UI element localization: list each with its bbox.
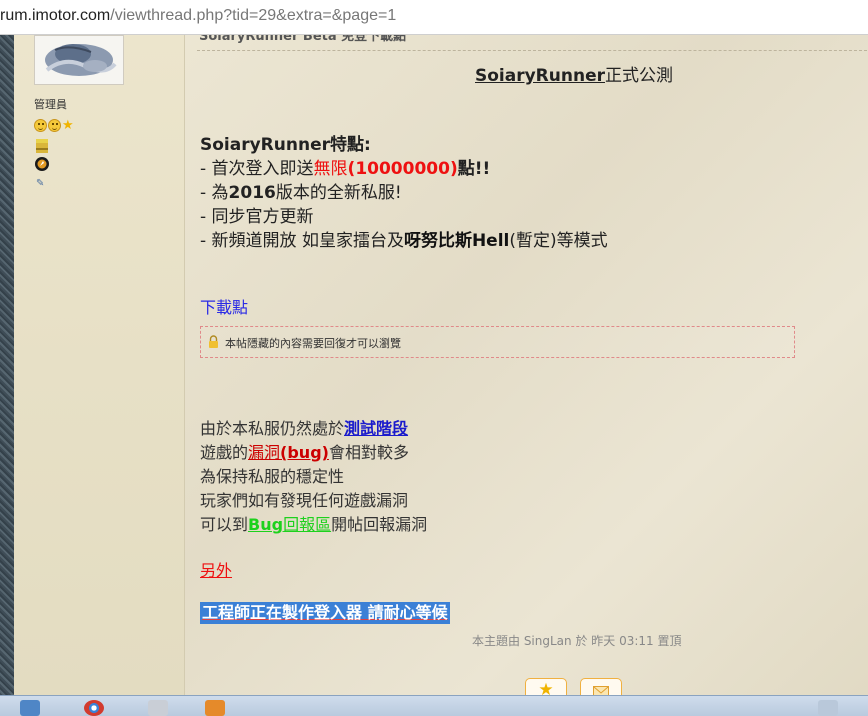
feature-text: - 首次登入即送 <box>200 159 314 179</box>
star-icon: ★ <box>62 118 74 133</box>
highlighted-text: 工程師正在製作登入器 請耐心等候 <box>200 602 450 624</box>
previous-heading: SoiaryRunner Beta 免登下載點 <box>199 35 407 44</box>
test-stage-link[interactable]: 測試階段 <box>344 419 408 438</box>
feature-highlight: Hell <box>471 231 510 251</box>
url-path: /viewthread.php?tid=29&extra=&page=1 <box>110 7 397 24</box>
pen-icon[interactable] <box>818 700 838 716</box>
feature-item: - 同步官方更新 <box>200 207 314 227</box>
taskbar <box>0 695 868 716</box>
favorite-button[interactable]: ★ <box>525 678 567 695</box>
features-heading: SoiaryRunner特點: <box>200 135 371 155</box>
divider <box>197 50 867 51</box>
hidden-content-box: 本帖隱藏的內容需要回復才可以瀏覽 <box>200 326 795 358</box>
body-line: 由於本私服仍然處於測試階段 <box>200 415 408 439</box>
body-text: 開帖回報漏洞 <box>331 515 428 534</box>
smiley-icon <box>34 119 47 132</box>
other-note: 另外 <box>200 561 233 580</box>
body-text: 遊戲的 <box>200 443 249 462</box>
pinned-note: 本主題由 SingLan 於 昨天 03:11 置頂 <box>472 634 682 648</box>
start-icon[interactable] <box>20 700 40 716</box>
body-line: 玩家們如有發現任何遊戲漏洞 <box>200 491 409 510</box>
author-sidebar: 管理員 ★ ✎ <box>14 35 185 695</box>
app-icon[interactable] <box>148 700 168 716</box>
body-text: 會相對較多 <box>328 443 409 462</box>
bug-report-link[interactable]: 回報區 <box>283 515 331 534</box>
body-text: 由於本私服仍然處於 <box>200 419 345 438</box>
bug-link[interactable]: 漏洞 <box>248 443 280 462</box>
body-line: 遊戲的漏洞(bug)會相對較多 <box>200 439 409 463</box>
feature-highlight: 呀努比斯 <box>403 231 472 251</box>
url-text[interactable]: rum.imotor.com/viewthread.php?tid=29&ext… <box>0 7 396 25</box>
bug-report-link[interactable]: Bug <box>248 515 283 534</box>
address-bar[interactable]: rum.imotor.com/viewthread.php?tid=29&ext… <box>0 0 868 35</box>
chrome-icon[interactable] <box>84 700 104 716</box>
feature-highlight: (10000000) <box>347 159 458 179</box>
feature-item: - 首次登入即送無限(10000000)點!! <box>200 154 490 179</box>
avatar[interactable] <box>34 35 124 85</box>
pen-icon: ✎ <box>36 178 45 189</box>
feature-highlight: 2016 <box>228 183 276 203</box>
title-name: SoiaryRunner <box>475 66 605 86</box>
feature-text: (暫定)等模式 <box>509 231 608 251</box>
medal-icon <box>35 139 49 171</box>
smiley-icon <box>48 119 61 132</box>
bug-link[interactable]: (bug) <box>280 443 329 462</box>
feature-text: 點!! <box>457 159 491 179</box>
body-line: 為保持私服的穩定性 <box>200 467 345 486</box>
body-line: 可以到Bug回報區開帖回報漏洞 <box>200 511 427 535</box>
feature-highlight: 無限 <box>313 159 348 179</box>
title-suffix: 正式公測 <box>605 66 673 86</box>
page-border-denim <box>0 35 14 695</box>
feature-text: 版本的全新私服! <box>275 183 402 203</box>
feature-item: - 為2016版本的全新私服! <box>200 178 402 203</box>
user-rank-icons: ★ <box>34 119 74 132</box>
envelope-icon <box>593 686 609 695</box>
star-icon: ★ <box>538 680 554 695</box>
post-title: SoiaryRunner正式公測 <box>475 61 673 86</box>
user-role: 管理員 <box>34 98 67 111</box>
post-content: SoiaryRunner Beta 免登下載點 SoiaryRunner正式公測… <box>185 35 868 695</box>
feature-text: - 為 <box>200 183 229 203</box>
folder-icon[interactable] <box>205 700 225 716</box>
body-text: 可以到 <box>200 515 249 534</box>
locked-notice: 本帖隱藏的內容需要回復才可以瀏覽 <box>225 337 401 350</box>
feature-text: - 新頻道開放 如皇家擂台及 <box>200 231 404 251</box>
url-domain: rum.imotor.com <box>0 7 111 24</box>
lock-icon <box>209 335 218 348</box>
share-button[interactable] <box>580 678 622 695</box>
download-link[interactable]: 下載點 <box>200 294 248 318</box>
feature-item: - 新頻道開放 如皇家擂台及呀努比斯Hell(暫定)等模式 <box>200 226 608 251</box>
avatar-image <box>35 36 123 84</box>
